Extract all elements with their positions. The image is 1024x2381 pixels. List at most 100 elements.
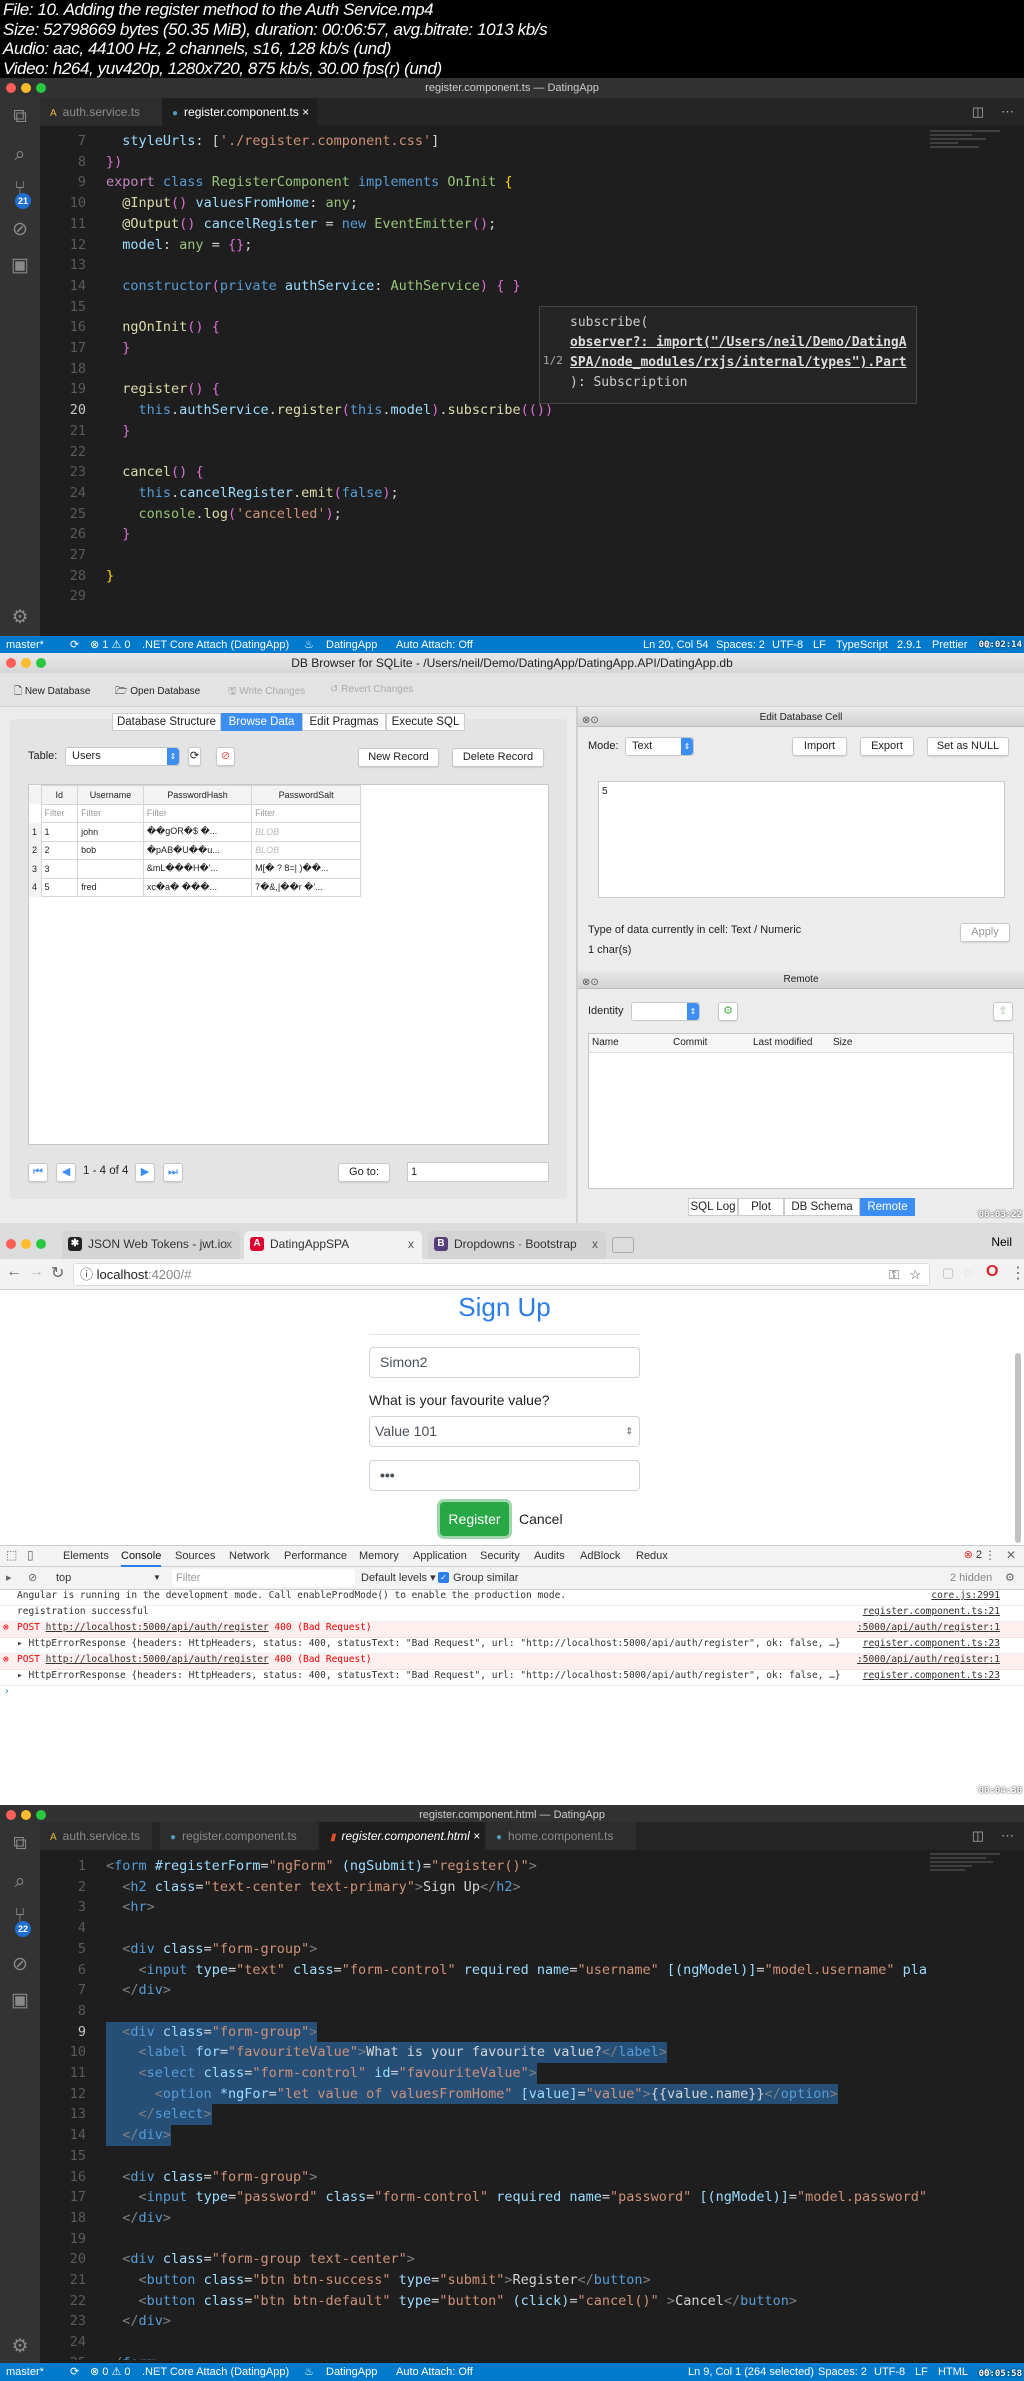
- minimize-window-button[interactable]: [21, 1239, 31, 1249]
- code-line[interactable]: 5 <div class="form-group">: [40, 1939, 940, 1960]
- inspect-element-icon[interactable]: ⬚: [6, 1548, 17, 1562]
- code-editor[interactable]: 1 <form #registerForm="ngForm" (ngSubmit)…: [40, 1850, 1024, 2360]
- tab-database-structure[interactable]: Database Structure: [112, 713, 221, 731]
- table-cell[interactable]: 7�&,|��r �'...: [251, 877, 361, 897]
- debug-icon[interactable]: ⊘: [0, 218, 40, 241]
- devtools-tab-audits[interactable]: Audits: [534, 1546, 565, 1567]
- code-line[interactable]: 14 constructor(private authService: Auth…: [40, 276, 940, 297]
- code-line[interactable]: 20 <div class="form-group text-center">: [40, 2249, 940, 2270]
- overload-counter[interactable]: 1/2: [543, 351, 563, 371]
- data-grid[interactable]: Id Username PasswordHash PasswordSalt Filte…: [28, 784, 549, 1145]
- minimap[interactable]: [930, 128, 1000, 188]
- debug-icon[interactable]: ⊘: [0, 1953, 40, 1976]
- register-button[interactable]: Register: [440, 1502, 509, 1536]
- opera-icon[interactable]: O: [986, 1263, 998, 1281]
- table-cell[interactable]: BLOB: [251, 840, 361, 860]
- request-url[interactable]: http://localhost:5000/api/auth/register: [46, 1622, 269, 1633]
- minimize-window-button[interactable]: [21, 658, 31, 668]
- username-input[interactable]: Simon2: [369, 1347, 640, 1378]
- extensions-icon[interactable]: ▣: [0, 254, 40, 277]
- table-cell[interactable]: 3: [40, 859, 79, 879]
- more-actions-icon[interactable]: ⋯: [1001, 104, 1014, 120]
- code-line[interactable]: 11 @Output() cancelRegister = new EventE…: [40, 214, 940, 235]
- code-line[interactable]: 17 <input type="password" class="form-co…: [40, 2187, 940, 2208]
- devtools-tab-console[interactable]: Console: [121, 1546, 162, 1567]
- identity-select[interactable]: ⇕: [631, 1002, 700, 1021]
- close-tab-icon[interactable]: ×: [302, 105, 309, 119]
- code-line[interactable]: 14 </div>: [40, 2125, 940, 2146]
- column-header[interactable]: PasswordSalt: [251, 785, 361, 805]
- sidebar-toggle-icon[interactable]: ▸: [6, 1567, 12, 1589]
- folder-indicator[interactable]: DatingApp: [326, 636, 377, 653]
- table-cell[interactable]: BLOB: [251, 822, 361, 842]
- device-toolbar-icon[interactable]: ▯: [27, 1548, 34, 1562]
- page-scrollbar[interactable]: [1015, 1353, 1021, 1543]
- close-tab-icon[interactable]: x: [226, 1231, 232, 1257]
- filter-input[interactable]: Filter: [142, 803, 253, 823]
- devtools-tab-security[interactable]: Security: [480, 1546, 520, 1567]
- add-identity-icon[interactable]: ⚙: [718, 1002, 738, 1021]
- code-line[interactable]: 22: [40, 442, 940, 463]
- extension-icon[interactable]: ◌: [964, 1265, 972, 1280]
- menu-icon[interactable]: ⋮: [1010, 1263, 1024, 1283]
- code-line[interactable]: 13 </select>: [40, 2104, 940, 2126]
- code-line[interactable]: 1 <form #registerForm="ngForm" (ngSubmit)…: [40, 1856, 940, 1877]
- code-line[interactable]: 8}): [40, 152, 940, 173]
- auto-attach[interactable]: Auto Attach: Off: [396, 636, 473, 653]
- code-line[interactable]: 25 </form>: [40, 2353, 940, 2360]
- tab-bootstrap[interactable]: B Dropdowns · Bootstrap x: [428, 1231, 606, 1259]
- code-line[interactable]: 23 </div>: [40, 2311, 940, 2332]
- search-icon[interactable]: ⌕: [0, 1871, 40, 1893]
- source-link[interactable]: :5000/api/auth/register:1: [857, 1654, 1000, 1665]
- more-actions-icon[interactable]: ⋯: [1001, 1828, 1014, 1844]
- devtools-menu-icon[interactable]: ⋮: [984, 1548, 996, 1562]
- context-select[interactable]: top: [56, 1567, 71, 1589]
- code-line[interactable]: 3 <hr>: [40, 1897, 940, 1918]
- reload-icon[interactable]: ↻: [51, 1263, 64, 1283]
- code-line[interactable]: 15: [40, 2146, 940, 2167]
- bookmark-star-icon[interactable]: ☆: [909, 1264, 921, 1285]
- refresh-icon[interactable]: ⟳: [188, 747, 201, 766]
- devtools-tab-adblock[interactable]: AdBlock: [580, 1546, 620, 1567]
- minimap[interactable]: [930, 1851, 1000, 1911]
- set-null-button[interactable]: Set as NULL: [927, 737, 1009, 756]
- info-icon[interactable]: ⓘ: [80, 1267, 93, 1282]
- minimize-window-button[interactable]: [21, 83, 31, 93]
- error-count[interactable]: ⊗ 2: [964, 1548, 982, 1561]
- source-link[interactable]: core.js:2991: [931, 1590, 1000, 1601]
- code-line[interactable]: 9 export class RegisterComponent implemen…: [40, 172, 940, 193]
- explorer-icon[interactable]: ⧉: [0, 106, 40, 128]
- tab-remote[interactable]: Remote: [860, 1198, 915, 1216]
- request-url[interactable]: http://localhost:5000/api/auth/register: [46, 1654, 269, 1665]
- mode-select[interactable]: Text ⇕: [625, 737, 694, 756]
- tab-browse-data[interactable]: Browse Data: [221, 713, 302, 731]
- first-page-button[interactable]: ⏮: [28, 1163, 48, 1182]
- profile-name[interactable]: Neil: [991, 1235, 1012, 1249]
- table-select[interactable]: Users ⇕: [65, 747, 180, 766]
- forward-icon[interactable]: →: [28, 1263, 44, 1281]
- column-header[interactable]: Size: [833, 1034, 852, 1052]
- code-line[interactable]: 24: [40, 2332, 940, 2353]
- sync-icon[interactable]: ⟳: [70, 2363, 79, 2381]
- group-similar-checkbox[interactable]: ✓: [438, 1572, 449, 1583]
- devtools-tab-network[interactable]: Network: [229, 1546, 269, 1567]
- remote-list[interactable]: Name Commit Last modified Size: [588, 1033, 1014, 1189]
- code-line[interactable]: 4: [40, 1918, 940, 1939]
- console-prompt[interactable]: ›: [0, 1686, 1024, 1702]
- url-bar[interactable]: ⓘ localhost:4200/# ⚿ ☆: [73, 1263, 930, 1286]
- eol[interactable]: LF: [813, 636, 826, 653]
- devtools-tab-redux[interactable]: Redux: [636, 1546, 668, 1567]
- indentation[interactable]: Spaces: 2: [818, 2363, 867, 2381]
- close-window-button[interactable]: [6, 1810, 16, 1820]
- explorer-icon[interactable]: ⧉: [0, 1833, 40, 1855]
- devtools-tab-performance[interactable]: Performance: [284, 1546, 347, 1567]
- push-icon[interactable]: ⇪: [993, 1002, 1013, 1021]
- debug-config[interactable]: .NET Core Attach (DatingApp): [142, 636, 289, 653]
- sync-icon[interactable]: ⟳: [70, 636, 79, 653]
- minimize-window-button[interactable]: [21, 1810, 31, 1820]
- open-database-button[interactable]: 🗁 Open Database: [115, 684, 200, 701]
- tab-sql-log[interactable]: SQL Log: [688, 1198, 738, 1216]
- code-line[interactable]: 27: [40, 545, 940, 566]
- filter-input[interactable]: Filter: [77, 803, 144, 823]
- tab-register-component-ts[interactable]: ● register.component.ts: [160, 1822, 318, 1850]
